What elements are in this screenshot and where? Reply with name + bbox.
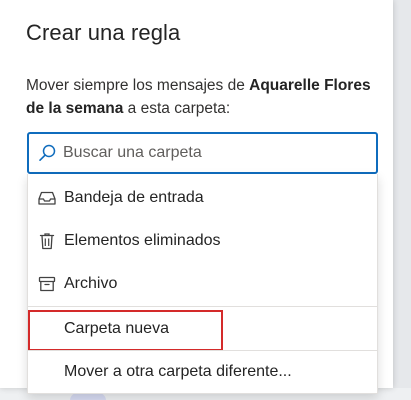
description-suffix: a esta carpeta: [123,100,231,117]
rule-description: Mover siempre los mensajes de Aquarelle … [26,74,376,120]
folder-label: Archivo [64,275,118,292]
trash-icon [36,230,58,252]
archive-icon [36,273,58,295]
folder-dropdown-list: Bandeja de entrada Elementos eliminados … [27,174,378,394]
dialog-title: Crear una regla [26,20,181,45]
move-other-label: Mover a otra carpeta diferente... [64,363,292,380]
folder-item-deleted[interactable]: Elementos eliminados [28,219,377,263]
description-prefix: Mover siempre los mensajes de [26,77,250,94]
folder-label: Elementos eliminados [64,232,221,249]
background-page-right [393,0,411,400]
move-to-other-folder-button[interactable]: Mover a otra carpeta diferente... [28,351,377,393]
folder-label: Bandeja de entrada [64,189,204,206]
search-icon [37,143,57,163]
folder-item-archive[interactable]: Archivo [28,262,377,306]
folder-item-inbox[interactable]: Bandeja de entrada [28,176,377,220]
inbox-icon [36,187,58,209]
folder-search-input[interactable] [63,134,363,172]
folder-search-box[interactable] [27,132,378,174]
highlight-annotation-box [28,310,223,351]
